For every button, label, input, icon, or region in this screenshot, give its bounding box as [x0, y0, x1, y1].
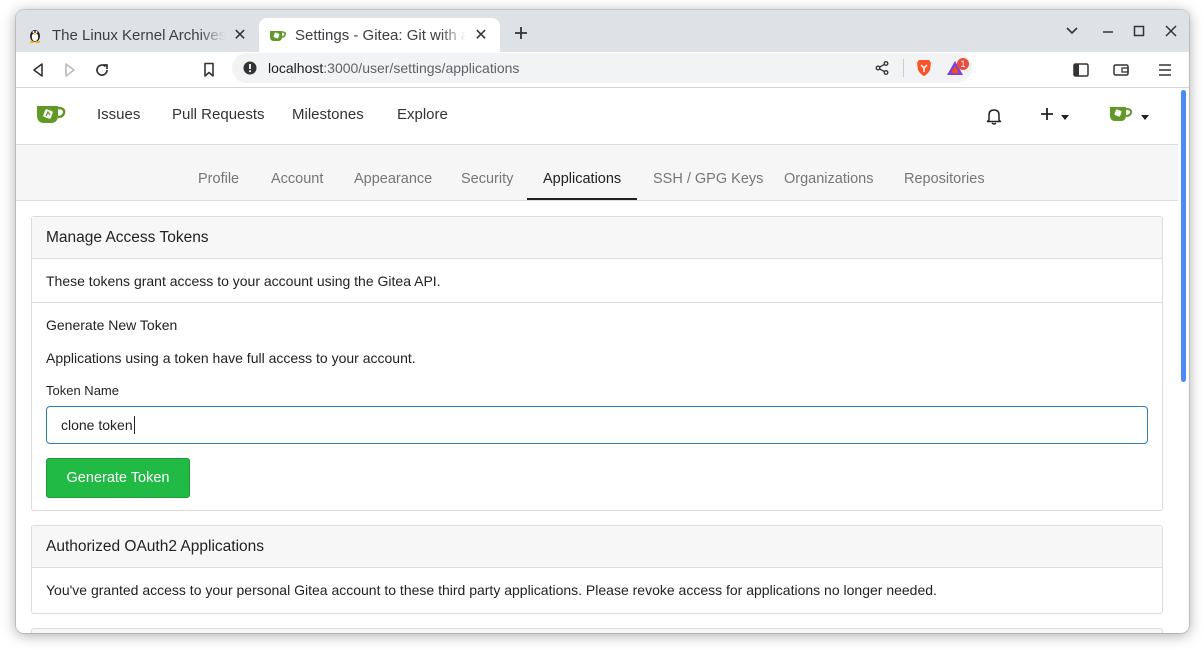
nav-issues[interactable]: Issues: [97, 106, 140, 123]
site-info-icon[interactable]: [232, 61, 268, 75]
create-new-dropdown[interactable]: [1040, 104, 1069, 128]
url-host: localhost: [268, 60, 324, 76]
divider: [903, 59, 904, 77]
generate-token-button[interactable]: Generate Token: [46, 458, 190, 498]
tab-strip: The Linux Kernel Archives ✕ Settings - G…: [16, 10, 1189, 52]
tux-icon: [26, 26, 44, 44]
brave-shields-icon[interactable]: [910, 59, 938, 77]
tab-title: The Linux Kernel Archives: [52, 26, 225, 44]
section-header: Authorized OAuth2 Applications: [32, 526, 1162, 568]
avatar: [1109, 105, 1133, 128]
tab-title: Settings - Gitea: Git with a cup of tea: [295, 26, 466, 44]
sidebar-toggle-icon[interactable]: [1069, 58, 1093, 82]
bookmark-icon[interactable]: [197, 58, 221, 82]
menu-icon[interactable]: [1153, 58, 1177, 82]
generate-token-title: Generate New Token: [46, 317, 178, 333]
tab-search-chevron-icon[interactable]: [1061, 20, 1083, 42]
nav-milestones[interactable]: Milestones: [292, 106, 364, 123]
user-menu-dropdown[interactable]: [1109, 104, 1149, 128]
tokens-description: These tokens grant access to your accoun…: [32, 259, 1162, 303]
menu-appearance[interactable]: Appearance: [338, 145, 448, 200]
token-name-label: Token Name: [46, 383, 119, 398]
plus-icon: [1040, 107, 1054, 126]
url-path: :3000/user/settings/applications: [323, 60, 520, 76]
browser-window: The Linux Kernel Archives ✕ Settings - G…: [16, 10, 1189, 633]
page-content: Issues Pull Requests Milestones Explore: [16, 88, 1178, 633]
close-tab-icon[interactable]: ✕: [472, 26, 490, 44]
menu-applications[interactable]: Applications: [527, 145, 638, 200]
oauth2-applications-section: Authorized OAuth2 Applications You've gr…: [31, 525, 1163, 614]
menu-ssh-gpg-keys[interactable]: SSH / GPG Keys: [637, 145, 779, 200]
menu-profile[interactable]: Profile: [182, 145, 255, 200]
menu-account[interactable]: Account: [255, 145, 339, 200]
wallet-icon[interactable]: [1109, 58, 1133, 82]
url-text: localhost:3000/user/settings/application…: [268, 60, 519, 76]
oauth-description: You've granted access to your personal G…: [46, 582, 937, 598]
notifications-bell-icon[interactable]: [986, 104, 1002, 128]
access-tokens-section: Manage Access Tokens These tokens grant …: [31, 216, 1163, 511]
menu-security[interactable]: Security: [445, 145, 529, 200]
generate-token-note: Applications using a token have full acc…: [46, 350, 416, 366]
tab-linux-kernel-archives[interactable]: The Linux Kernel Archives ✕: [16, 18, 259, 52]
settings-menu: Profile Account Appearance Security Appl…: [16, 145, 1178, 201]
token-name-input[interactable]: clone token: [46, 406, 1148, 444]
gitea-logo-icon[interactable]: [36, 103, 66, 125]
nav-pull-requests[interactable]: Pull Requests: [172, 106, 265, 123]
forward-icon[interactable]: [58, 58, 82, 82]
notification-badge: 1: [957, 58, 969, 70]
close-tab-icon[interactable]: ✕: [231, 26, 249, 44]
minimize-icon[interactable]: [1097, 20, 1119, 42]
menu-repositories[interactable]: Repositories: [888, 145, 1001, 200]
tab-gitea-settings[interactable]: Settings - Gitea: Git with a cup of tea …: [259, 18, 500, 52]
caret-down-icon: [1061, 107, 1069, 125]
window-close-icon[interactable]: [1160, 20, 1182, 42]
gitea-navbar: Issues Pull Requests Milestones Explore: [16, 88, 1178, 145]
address-bar[interactable]: localhost:3000/user/settings/application…: [232, 53, 972, 83]
page-scrollbar[interactable]: [1181, 90, 1186, 382]
section-header: Manage Access Tokens: [32, 217, 1162, 259]
reload-icon[interactable]: [90, 58, 114, 82]
browser-toolbar: localhost:3000/user/settings/application…: [16, 52, 1189, 88]
share-icon[interactable]: [867, 61, 897, 75]
gitea-teacup-icon: [269, 26, 287, 44]
next-section: [31, 628, 1163, 633]
maximize-icon[interactable]: [1128, 20, 1150, 42]
new-tab-plus-icon[interactable]: [510, 22, 532, 44]
brave-rewards-icon[interactable]: 1: [938, 58, 972, 76]
back-icon[interactable]: [26, 58, 50, 82]
token-name-value: clone token: [61, 417, 133, 433]
text-caret: [133, 416, 135, 434]
caret-down-icon: [1141, 107, 1149, 125]
menu-organizations[interactable]: Organizations: [768, 145, 889, 200]
nav-explore[interactable]: Explore: [397, 106, 448, 123]
